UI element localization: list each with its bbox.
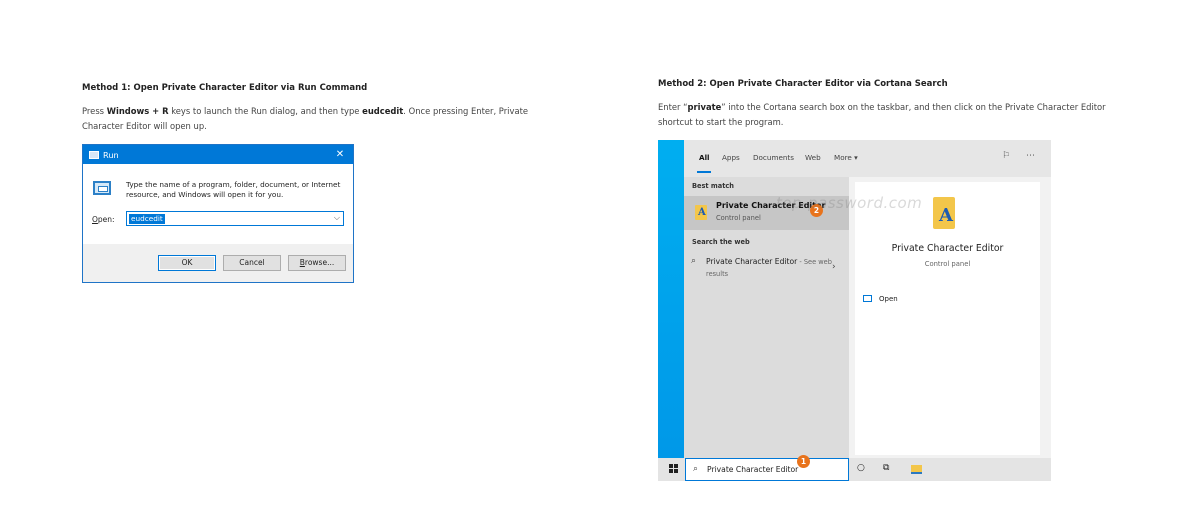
active-tab-indicator: [697, 171, 711, 173]
close-icon[interactable]: ✕: [327, 149, 353, 160]
run-description: Type the name of a program, folder, docu…: [126, 180, 341, 199]
task-view-icon[interactable]: ⧉: [883, 463, 889, 473]
web-result-subtitle: results: [706, 270, 729, 278]
tab-more[interactable]: More ▾: [834, 153, 858, 162]
step-badge: 1: [797, 455, 810, 468]
search-icon: ⌕: [693, 464, 699, 474]
search-icon: ⌕: [691, 256, 697, 266]
windows-start-icon[interactable]: [669, 464, 679, 474]
search-query[interactable]: Private Character Editor: [707, 465, 798, 474]
desktop-background: [658, 140, 684, 458]
run-dialog: Run ✕ Type the name of a program, folder…: [82, 144, 354, 283]
cortana-icon[interactable]: ○: [857, 463, 865, 473]
more-icon[interactable]: ⋯: [1026, 151, 1035, 161]
detail-actions: Open: [855, 283, 1040, 455]
file-explorer-icon[interactable]: [911, 465, 922, 474]
best-match-subtitle: Control panel: [716, 214, 761, 222]
open-input-text[interactable]: eudcedit: [129, 214, 165, 224]
cortana-search-box[interactable]: ⌕ Private Character Editor 1: [685, 455, 849, 481]
chevron-down-icon[interactable]: ⌵: [334, 213, 340, 223]
cortana-search-screenshot: All Apps Documents Web More ▾ ⚐ ⋯ Best m…: [658, 140, 1051, 481]
method2-paragraph: Enter “private” into the Cortana search …: [658, 102, 1106, 127]
results-pane: Best match A Private Character Editor Co…: [684, 177, 849, 458]
run-body: Type the name of a program, folder, docu…: [83, 164, 353, 244]
run-titlebar[interactable]: Run ✕: [83, 145, 353, 164]
search-tabs: All Apps Documents Web More ▾ ⚐ ⋯: [684, 140, 1051, 177]
watermark: top-password.com: [776, 194, 923, 212]
private-character-editor-icon: A: [695, 205, 707, 220]
feedback-icon[interactable]: ⚐: [1002, 151, 1010, 161]
detail-pane: A Private Character Editor Control panel…: [849, 177, 1051, 458]
tab-documents[interactable]: Documents: [753, 153, 794, 162]
run-title: Run: [103, 149, 119, 160]
open-label: Open:: [92, 215, 115, 224]
method1-heading: Method 1: Open Private Character Editor …: [82, 83, 368, 93]
best-match-label: Best match: [692, 182, 734, 190]
run-app-icon: [89, 150, 99, 159]
private-character-editor-large-icon: A: [933, 197, 955, 229]
chevron-right-icon[interactable]: ›: [832, 262, 836, 272]
detail-subtitle: Control panel: [924, 260, 971, 268]
search-web-label: Search the web: [692, 238, 750, 246]
tab-apps[interactable]: Apps: [722, 153, 740, 162]
tab-all[interactable]: All: [699, 153, 710, 162]
taskbar: ⌕ Private Character Editor 1 ○ ⧉: [658, 455, 1051, 481]
open-action[interactable]: Open: [879, 295, 898, 303]
open-icon: [863, 295, 872, 302]
web-result-title[interactable]: Private Character Editor - See web: [706, 257, 832, 266]
cancel-button[interactable]: Cancel: [223, 255, 281, 271]
method2-heading: Method 2: Open Private Character Editor …: [658, 79, 948, 89]
detail-title: Private Character Editor: [891, 243, 1004, 254]
browse-button[interactable]: Browse...: [288, 255, 346, 271]
ok-button[interactable]: OK: [158, 255, 216, 271]
open-combobox[interactable]: eudcedit ⌵: [126, 211, 344, 226]
method1-paragraph: Press Windows + R keys to launch the Run…: [82, 106, 529, 131]
run-program-icon: [93, 181, 111, 195]
tab-web[interactable]: Web: [805, 153, 821, 162]
